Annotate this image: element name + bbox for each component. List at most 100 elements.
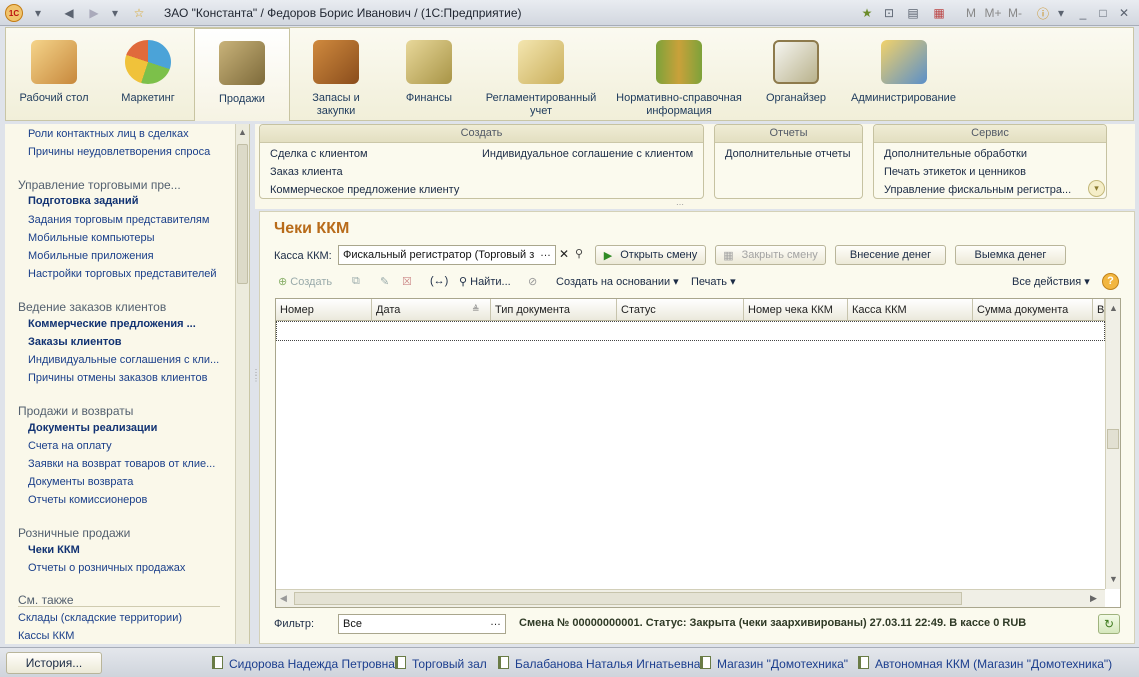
copy-icon[interactable]: ⧉ (352, 275, 360, 288)
filter-input[interactable]: Все (338, 614, 506, 634)
nav-item[interactable]: Документы возврата (28, 476, 133, 488)
back-arrow-icon[interactable]: ◀ (60, 4, 78, 22)
section-stock[interactable]: Запасы и закупки (296, 28, 376, 121)
table-horizontal-scrollbar[interactable]: ◀ ▶ (276, 589, 1105, 607)
refresh-arrows-icon[interactable]: (↔) (430, 275, 448, 287)
withdraw-money-button[interactable]: Выемка денег (955, 245, 1066, 265)
refresh-icon[interactable]: ↻ (1098, 614, 1120, 634)
main-menu-icon[interactable]: ▾ (29, 4, 47, 22)
cmd-print-labels[interactable]: Печать этикеток и ценников (884, 166, 1026, 178)
bookmark-icon[interactable]: ⊡ (880, 4, 898, 22)
maximize-icon[interactable]: □ (1094, 4, 1112, 22)
nav-item[interactable]: Причины отмены заказов клиентов (28, 372, 207, 384)
section-administration[interactable]: Администрирование (846, 28, 961, 121)
section-regulated-accounting[interactable]: Регламентированный учет (481, 28, 601, 121)
section-finance[interactable]: Финансы (389, 28, 469, 121)
scroll-thumb[interactable] (237, 144, 248, 284)
history-dropdown-icon[interactable]: ▾ (106, 4, 124, 22)
search-magnifier-icon[interactable]: ⚲ (572, 245, 586, 265)
nav-item-active[interactable]: Чеки ККМ (28, 544, 80, 556)
create-button[interactable]: ⊕ Создать (278, 275, 332, 288)
documents-table[interactable]: Номер Дата ≜ Тип документа Статус Номер … (275, 298, 1121, 608)
table-vertical-scrollbar[interactable]: ▲ ▼ (1105, 299, 1120, 589)
nav-item[interactable]: Настройки торговых представителей (28, 268, 217, 280)
nav-item[interactable]: Заказы клиентов (28, 336, 122, 348)
cmd-deal-with-client[interactable]: Сделка с клиентом (270, 148, 368, 160)
edit-pencil-icon[interactable]: ✎ (380, 275, 389, 288)
section-desktop[interactable]: Рабочий стол (11, 28, 97, 121)
choose-ellipsis-icon[interactable]: … (540, 247, 551, 259)
memory-mminus-button[interactable]: M- (1006, 4, 1024, 22)
nav-item-contact-roles[interactable]: Роли контактных лиц в сделках (28, 128, 189, 140)
app-logo-icon[interactable]: 1C (5, 4, 23, 22)
memory-mplus-button[interactable]: M+ (984, 4, 1002, 22)
favorites-star-icon[interactable]: ☆ (130, 4, 148, 22)
info-icon[interactable]: ⓘ (1034, 4, 1052, 22)
history-button[interactable]: История... (6, 652, 102, 674)
print-icon[interactable]: ▤ (904, 4, 922, 22)
nav-item[interactable]: Отчеты о розничных продажах (28, 562, 185, 574)
calendar-icon[interactable]: ▦ (930, 4, 948, 22)
print-button[interactable]: Печать ▾ (691, 275, 736, 288)
all-actions-button[interactable]: Все действия ▾ (1012, 275, 1090, 288)
cmd-individual-agreement[interactable]: Индивидуальное соглашение с клиентом (482, 148, 693, 160)
cmd-additional-processing[interactable]: Дополнительные обработки (884, 148, 1027, 160)
nav-item[interactable]: Задания торговым представителям (28, 214, 209, 226)
splitter-grip-icon[interactable]: ⋮ ⋮ (252, 369, 260, 383)
nav-item[interactable]: Коммерческие предложения ... (28, 318, 196, 330)
nav-item[interactable]: Мобильные приложения (28, 250, 154, 262)
column-header-status[interactable]: Статус (617, 299, 744, 321)
filter-ellipsis-icon[interactable]: … (490, 616, 501, 628)
history-link[interactable]: Магазин "Домотехника" (700, 656, 848, 671)
help-icon[interactable]: ? (1102, 273, 1119, 290)
column-header-more[interactable]: В (1093, 299, 1105, 321)
forward-arrow-icon[interactable]: ▶ (85, 4, 103, 22)
nav-item[interactable]: Подготовка заданий (28, 195, 138, 207)
minimize-icon[interactable]: _ (1074, 4, 1092, 22)
history-link[interactable]: Балабанова Наталья Игнатьевна (498, 656, 700, 671)
column-header-kassa[interactable]: Касса ККМ (848, 299, 973, 321)
left-nav-scrollbar[interactable]: ▲ (235, 124, 249, 644)
cmd-fiscal-register[interactable]: Управление фискальным регистра... (884, 184, 1071, 196)
section-sales[interactable]: Продажи (194, 28, 290, 121)
section-organizer[interactable]: Органайзер (756, 28, 836, 121)
find-button[interactable]: ⚲ Найти... (459, 275, 511, 288)
cmd-commercial-offer[interactable]: Коммерческое предложение клиенту (270, 184, 459, 196)
section-reference-info[interactable]: Нормативно-справочная информация (609, 28, 749, 121)
create-based-on-button[interactable]: Создать на основании ▾ (556, 275, 679, 288)
history-link[interactable]: Сидорова Надежда Петровна (212, 656, 395, 671)
delete-mark-icon[interactable]: ☒ (402, 275, 412, 288)
section-marketing[interactable]: Маркетинг (106, 28, 190, 121)
nav-item[interactable]: Документы реализации (28, 422, 157, 434)
close-shift-button[interactable]: ▦ Закрыть смену (715, 245, 826, 265)
column-header-receipt-number[interactable]: Номер чека ККМ (744, 299, 848, 321)
history-link[interactable]: Торговый зал (395, 656, 487, 671)
history-link[interactable]: Автономная ККМ (Магазин "Домотехника") (858, 656, 1112, 671)
cancel-search-icon[interactable]: ⊘ (528, 275, 537, 288)
scroll-right-icon[interactable]: ▶ (1090, 593, 1097, 604)
column-header-doc-type[interactable]: Тип документа (491, 299, 617, 321)
scroll-up-icon[interactable]: ▲ (1109, 303, 1118, 313)
kassa-input[interactable]: Фискальный регистратор (Торговый з (338, 245, 556, 265)
scroll-left-icon[interactable]: ◀ (280, 593, 287, 604)
cmd-additional-reports[interactable]: Дополнительные отчеты (725, 148, 850, 160)
nav-item[interactable]: Кассы ККМ (18, 630, 74, 642)
close-icon[interactable]: ✕ (1115, 4, 1133, 22)
splitter-grip-icon[interactable]: ⋯ (676, 200, 684, 209)
scroll-up-icon[interactable]: ▲ (238, 127, 247, 137)
nav-item[interactable]: Индивидуальные соглашения с кли... (28, 354, 219, 366)
scroll-down-icon[interactable]: ▼ (1109, 574, 1118, 584)
deposit-money-button[interactable]: Внесение денег (835, 245, 946, 265)
scroll-thumb[interactable] (1107, 429, 1119, 449)
add-favorite-icon[interactable]: ★ (858, 4, 876, 22)
expand-chevron-icon[interactable]: ▾ (1088, 180, 1105, 197)
open-shift-button[interactable]: ▶ Открыть смену (595, 245, 706, 265)
nav-item[interactable]: Счета на оплату (28, 440, 112, 452)
memory-m-button[interactable]: M (962, 4, 980, 22)
nav-item-demand-reasons[interactable]: Причины неудовлетворения спроса (28, 146, 210, 158)
table-row[interactable] (276, 321, 1105, 341)
scroll-thumb[interactable] (294, 592, 962, 605)
nav-item[interactable]: Мобильные компьютеры (28, 232, 155, 244)
column-header-number[interactable]: Номер (276, 299, 372, 321)
nav-item[interactable]: Склады (складские территории) (18, 612, 182, 624)
